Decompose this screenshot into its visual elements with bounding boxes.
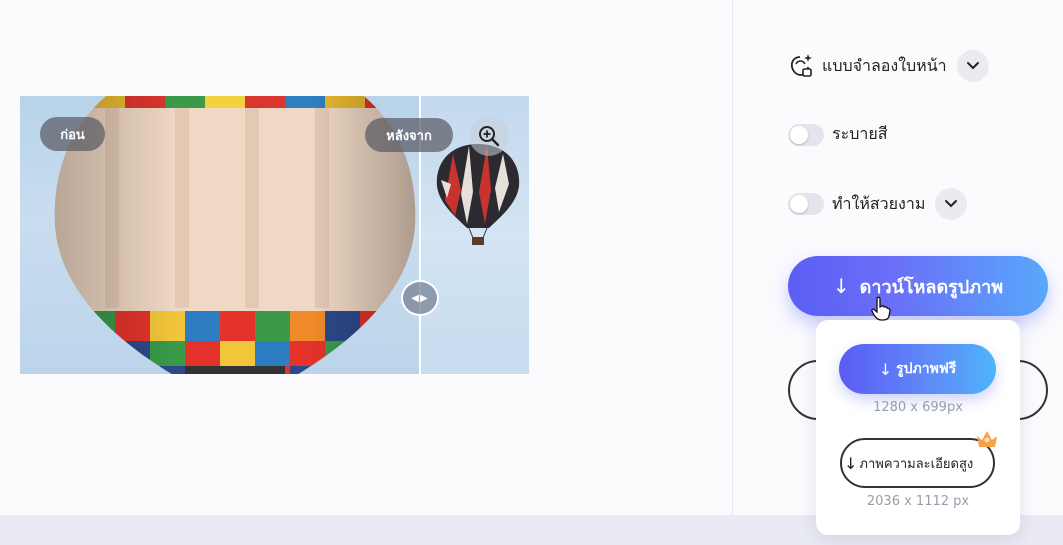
beautify-option: ทำให้สวยงาม	[788, 188, 968, 220]
chevron-down-icon	[945, 200, 958, 208]
colorize-toggle[interactable]	[788, 123, 824, 146]
hd-image-button[interactable]: ↓ ภาพความละเอียดสูง	[840, 438, 995, 488]
main-area: ◀▶ ก่อน หลังจาก	[0, 0, 733, 515]
before-after-preview[interactable]: ◀▶ ก่อน หลังจาก	[20, 96, 529, 374]
zoom-button[interactable]	[469, 116, 509, 156]
download-arrow-icon: ↓	[878, 359, 893, 379]
face-template-option[interactable]: แบบจำลองใบหน้า	[788, 50, 989, 82]
download-arrow-icon: ↓	[844, 453, 858, 473]
colorize-label: ระบายสี	[832, 124, 888, 143]
zoom-in-icon	[479, 126, 500, 147]
after-label: หลังจาก	[365, 118, 453, 152]
crown-icon	[977, 431, 997, 447]
hand-cursor-icon	[871, 296, 891, 321]
balloon-after-image	[436, 144, 520, 245]
chevron-down-icon	[966, 62, 979, 70]
hd-image-size: 2036 x 1112 px	[866, 494, 970, 509]
face-template-expand-button[interactable]	[956, 50, 989, 82]
free-image-size: 1280 x 699px	[873, 400, 963, 415]
download-options-menu: ↓ รูปภาพฟรี 1280 x 699px ↓ ภาพความละเอีย…	[816, 320, 1020, 535]
free-image-button[interactable]: ↓ รูปภาพฟรี	[839, 344, 996, 394]
face-template-icon	[788, 51, 816, 81]
colorize-option: ระบายสี	[788, 122, 887, 147]
download-arrow-icon: ↓	[832, 274, 850, 298]
left-right-arrows-icon: ◀▶	[411, 292, 429, 304]
beautify-expand-button[interactable]	[935, 188, 968, 220]
beautify-toggle[interactable]	[788, 193, 824, 215]
beautify-label: ทำให้สวยงาม	[832, 193, 926, 213]
download-image-button[interactable]: ↓ ดาวน์โหลดรูปภาพ	[788, 256, 1048, 316]
hd-image-label: ภาพความละเอียดสูง	[859, 456, 974, 472]
before-label: ก่อน	[40, 117, 105, 151]
compare-slider-handle[interactable]: ◀▶	[401, 280, 439, 316]
free-image-label: รูปภาพฟรี	[896, 361, 957, 377]
face-template-label: แบบจำลองใบหน้า	[822, 55, 947, 75]
